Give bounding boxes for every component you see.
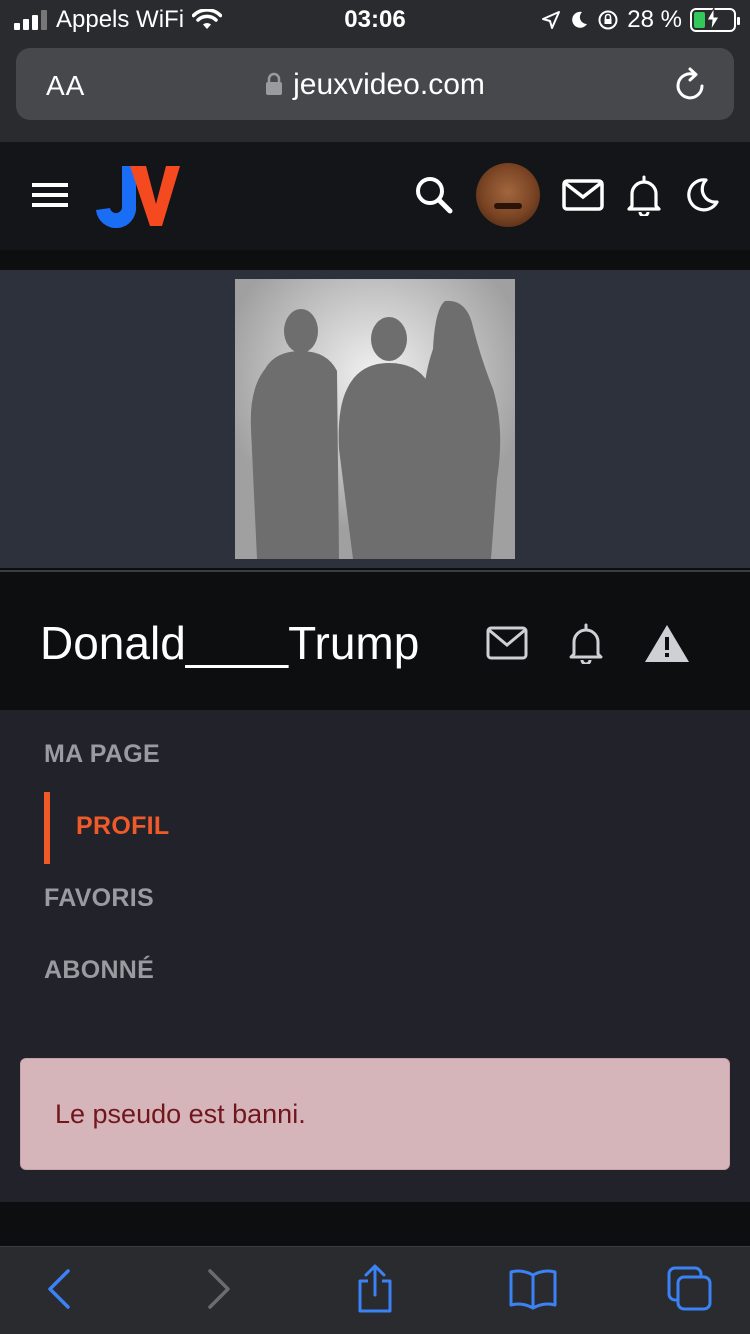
rotation-lock-icon	[598, 10, 618, 30]
reload-icon[interactable]	[672, 64, 708, 104]
browser-bar: AA jeuxvideo.com	[0, 40, 750, 142]
silhouettes-image	[235, 279, 515, 559]
url-text: jeuxvideo.com	[293, 68, 485, 101]
location-icon	[542, 11, 561, 29]
profile-cover	[0, 270, 750, 568]
profile-nav: MA PAGE PROFIL FAVORIS ABONNÉ Le pseudo …	[0, 710, 750, 1202]
status-bar: Appels WiFi 03:06 28 %	[0, 0, 750, 40]
status-right: 28 %	[541, 6, 740, 34]
page-footer-strip	[0, 1202, 750, 1246]
bell-icon[interactable]	[626, 174, 662, 216]
user-avatar[interactable]	[476, 163, 540, 227]
cover-image	[235, 279, 515, 559]
search-icon[interactable]	[414, 175, 454, 215]
ban-alert: Le pseudo est banni.	[20, 1058, 730, 1170]
browser-toolbar	[0, 1246, 750, 1334]
battery-percent: 28 %	[627, 6, 682, 33]
back-icon[interactable]	[44, 1267, 72, 1311]
bookmarks-icon[interactable]	[508, 1267, 558, 1311]
nav-item-profil[interactable]: PROFIL	[76, 812, 169, 841]
jv-logo[interactable]	[96, 164, 182, 228]
profile-username: Donald____Trump	[40, 617, 420, 669]
url-display[interactable]: jeuxvideo.com	[16, 68, 734, 102]
ban-alert-message: Le pseudo est banni.	[55, 1099, 306, 1129]
nav-item-favoris[interactable]: FAVORIS	[44, 884, 154, 913]
nav-item-ma-page[interactable]: MA PAGE	[44, 740, 160, 769]
page: Appels WiFi 03:06 28 % AA jeuxvideo.com …	[0, 0, 750, 1334]
report-warning-icon[interactable]	[644, 623, 690, 663]
send-message-icon[interactable]	[486, 626, 528, 660]
url-field[interactable]: AA jeuxvideo.com	[16, 48, 734, 120]
nav-item-abonne[interactable]: ABONNÉ	[44, 956, 154, 985]
site-header	[0, 142, 750, 250]
moon-icon	[572, 11, 588, 28]
profile-header: Donald____Trump	[0, 570, 750, 710]
profile-actions	[486, 622, 690, 664]
tabs-icon[interactable]	[666, 1265, 714, 1313]
header-icons	[414, 162, 720, 228]
dark-mode-moon-icon[interactable]	[684, 177, 720, 213]
forward-icon[interactable]	[206, 1267, 234, 1311]
subscribe-bell-icon[interactable]	[568, 622, 604, 664]
share-icon[interactable]	[354, 1263, 396, 1315]
lock-icon	[266, 72, 283, 95]
hamburger-menu-icon[interactable]	[32, 182, 68, 208]
active-indicator	[44, 792, 50, 864]
mail-icon[interactable]	[562, 179, 604, 211]
battery-icon	[690, 8, 740, 32]
